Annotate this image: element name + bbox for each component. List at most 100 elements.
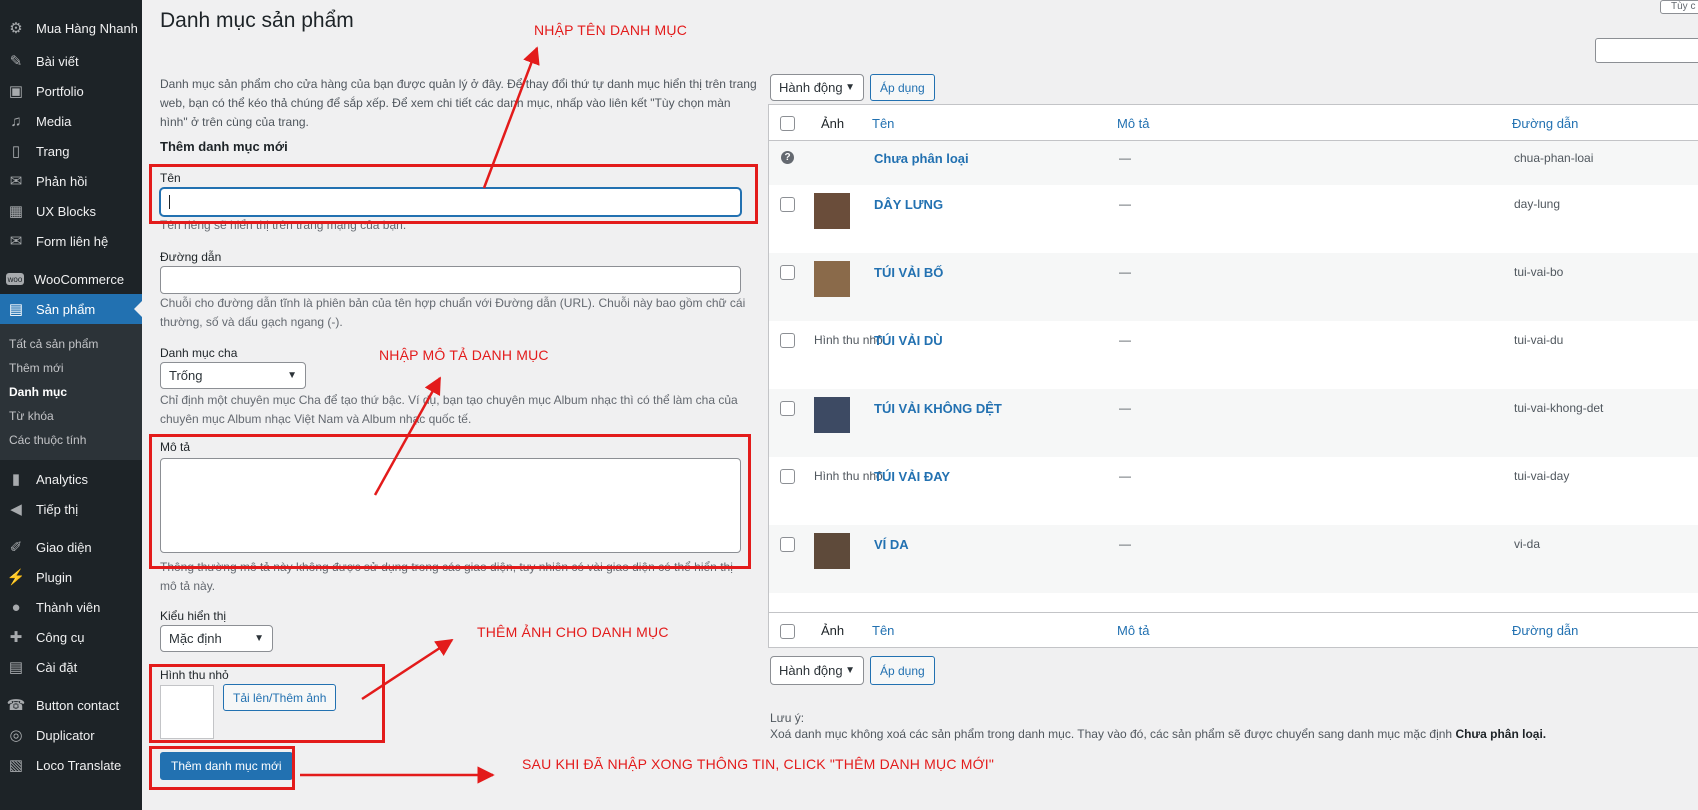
category-description: — bbox=[1119, 401, 1131, 415]
upload-image-button[interactable]: Tải lên/Thêm ảnh bbox=[223, 684, 337, 711]
slug-input[interactable] bbox=[160, 266, 741, 294]
table-row: Hình thu nhỏ TÚI VẢI ĐAY — tui-vai-day bbox=[769, 457, 1698, 525]
sidebar-item-duplicator[interactable]: ◎ Duplicator bbox=[0, 720, 142, 750]
table-row: TÚI VẢI BỐ — tui-vai-bo bbox=[769, 253, 1698, 321]
sidebar-item-label: Portfolio bbox=[36, 83, 84, 99]
table-header: Ảnh Tên Mô tả Đường dẫn bbox=[769, 105, 1698, 141]
bulk-action-select-top[interactable]: Hành động ▼ bbox=[770, 74, 864, 101]
add-category-button[interactable]: Thêm danh mục mới bbox=[160, 752, 293, 780]
bulk-action-select-bottom[interactable]: Hành động ▼ bbox=[770, 656, 864, 685]
column-description[interactable]: Mô tả bbox=[1117, 116, 1150, 131]
sidebar-item-label: Form liên hệ bbox=[36, 233, 109, 249]
annotation-image-text: THÊM ẢNH CHO DANH MỤC bbox=[477, 624, 669, 640]
media-icon: ♫ bbox=[10, 112, 22, 130]
sidebar-item-label: Phản hồi bbox=[36, 173, 88, 189]
submenu-attributes[interactable]: Các thuộc tính bbox=[0, 428, 142, 452]
description-textarea[interactable] bbox=[160, 458, 741, 553]
submenu-all-products[interactable]: Tất cả sản phẩm bbox=[0, 332, 142, 356]
sidebar-item-media[interactable]: ♫ Media bbox=[0, 106, 142, 136]
row-checkbox[interactable] bbox=[780, 197, 795, 212]
category-name-link[interactable]: DÂY LƯNG bbox=[874, 197, 943, 212]
gear-icon: ⚙ bbox=[9, 20, 23, 37]
megaphone-icon: ◀ bbox=[10, 501, 22, 518]
chevron-down-icon: ▼ bbox=[254, 633, 264, 644]
archive-icon: ▤ bbox=[8, 301, 24, 318]
category-name-link[interactable]: TÚI VẢI BỐ bbox=[874, 265, 943, 280]
page-title: Danh mục sản phẩm bbox=[160, 9, 354, 32]
sidebar-item-woocommerce[interactable]: woo WooCommerce bbox=[0, 264, 142, 294]
sidebar-item-label: Công cụ bbox=[36, 629, 85, 645]
select-all-checkbox[interactable] bbox=[780, 116, 795, 131]
name-label: Tên bbox=[160, 171, 181, 185]
sidebar-item-label: Plugin bbox=[36, 569, 73, 585]
sidebar-item-công-cụ[interactable]: ✚ Công cụ bbox=[0, 622, 142, 652]
submenu-tags[interactable]: Từ khóa bbox=[0, 404, 142, 428]
category-name-link[interactable]: Chưa phân loại bbox=[874, 151, 969, 166]
sidebar-item-plugin[interactable]: ⚡ Plugin bbox=[0, 562, 142, 592]
column-description-footer[interactable]: Mô tả bbox=[1117, 623, 1150, 638]
sidebar-item-label: Bài viết bbox=[36, 53, 79, 69]
select-all-checkbox-footer[interactable] bbox=[780, 624, 795, 639]
submenu-add-new[interactable]: Thêm mới bbox=[0, 356, 142, 380]
category-slug: tui-vai-du bbox=[1514, 333, 1564, 347]
sidebar-item-tiếp-thị[interactable]: ◀ Tiếp thị bbox=[0, 494, 142, 524]
submenu-categories[interactable]: Danh mục bbox=[0, 380, 142, 404]
site-name[interactable]: ⚙ Mua Hàng Nhanh bbox=[0, 12, 142, 44]
display-type-label: Kiểu hiển thị bbox=[160, 609, 227, 623]
sidebar-item-label: UX Blocks bbox=[36, 203, 96, 219]
column-image-footer: Ảnh bbox=[821, 623, 845, 638]
sidebar-item-phản-hồi[interactable]: ✉ Phản hồi bbox=[0, 166, 142, 196]
screen-options-button[interactable]: Tùy c bbox=[1660, 0, 1698, 14]
row-checkbox[interactable] bbox=[780, 537, 795, 552]
sidebar-item-ux-blocks[interactable]: ▦ UX Blocks bbox=[0, 196, 142, 226]
parent-label: Danh mục cha bbox=[160, 346, 238, 360]
column-slug-footer[interactable]: Đường dẫn bbox=[1512, 623, 1578, 638]
page-icon: ▯ bbox=[11, 143, 21, 160]
description-help: Thông thường mô tả này không được sử dụn… bbox=[160, 560, 733, 593]
name-input[interactable] bbox=[160, 188, 741, 216]
category-name-link[interactable]: TÚI VẢI DÙ bbox=[874, 333, 943, 348]
sidebar-item-analytics[interactable]: ▮ Analytics bbox=[0, 464, 142, 494]
search-categories-input[interactable] bbox=[1595, 38, 1698, 63]
sidebar-item-giao-diện[interactable]: ✐ Giao diện bbox=[0, 532, 142, 562]
admin-sidebar: ⚙ Mua Hàng Nhanh ✎ Bài viết ▣ Portfolio ♫ Med… bbox=[0, 0, 142, 810]
categories-table: Ảnh Tên Mô tả Đường dẫn ? Chưa phân loại —… bbox=[768, 104, 1698, 648]
table-footer: Ảnh Tên Mô tả Đường dẫn bbox=[769, 612, 1698, 648]
parent-select[interactable]: Trống ▼ bbox=[160, 362, 306, 389]
sidebar-item-bài-viết[interactable]: ✎ Bài viết bbox=[0, 46, 142, 76]
category-name-link[interactable]: TÚI VẢI ĐAY bbox=[874, 469, 950, 484]
category-thumbnail bbox=[814, 193, 850, 229]
row-checkbox[interactable] bbox=[780, 469, 795, 484]
column-slug[interactable]: Đường dẫn bbox=[1512, 116, 1578, 131]
sidebar-item-portfolio[interactable]: ▣ Portfolio bbox=[0, 76, 142, 106]
sidebar-item-cài-đặt[interactable]: ▤ Cài đặt bbox=[0, 652, 142, 682]
name-description: Tên riêng sẽ hiển thị trên trang mạng củ… bbox=[160, 218, 407, 232]
category-name-link[interactable]: TÚI VẢI KHÔNG DỆT bbox=[874, 401, 1002, 416]
sidebar-item-thành-viên[interactable]: ● Thành viên bbox=[0, 592, 142, 622]
apply-button-top[interactable]: Áp dụng bbox=[870, 74, 935, 101]
woocommerce-icon: woo bbox=[6, 273, 24, 285]
sidebar-item-button-contact[interactable]: ☎ Button contact bbox=[0, 690, 142, 720]
table-row: TÚI VẢI KHÔNG DỆT — tui-vai-khong-det bbox=[769, 389, 1698, 457]
column-name-footer[interactable]: Tên bbox=[872, 623, 894, 638]
sidebar-item-form-liên-hệ[interactable]: ✉ Form liên hệ bbox=[0, 226, 142, 256]
display-type-select[interactable]: Mặc định ▼ bbox=[160, 625, 273, 652]
row-checkbox[interactable] bbox=[780, 333, 795, 348]
sidebar-item-loco-translate[interactable]: ▧ Loco Translate bbox=[0, 750, 142, 780]
table-row: ? Chưa phân loại — chua-phan-loai bbox=[769, 141, 1698, 185]
sidebar-item-label: Cài đặt bbox=[36, 659, 78, 675]
column-name[interactable]: Tên bbox=[872, 116, 894, 131]
phone-icon: ☎ bbox=[6, 697, 26, 714]
products-submenu: Tất cả sản phẩm Thêm mới Danh mục Từ khó… bbox=[0, 324, 142, 460]
row-checkbox[interactable] bbox=[780, 265, 795, 280]
thumbnail-placeholder bbox=[160, 685, 214, 739]
category-name-link[interactable]: VÍ DA bbox=[874, 537, 909, 552]
thumbnail-label: Hình thu nhỏ bbox=[160, 668, 229, 682]
category-slug: tui-vai-khong-det bbox=[1514, 401, 1604, 415]
sidebar-item-trang[interactable]: ▯ Trang bbox=[0, 136, 142, 166]
sidebar-item-products[interactable]: ▤ Sản phẩm bbox=[0, 294, 142, 324]
apply-button-bottom[interactable]: Áp dụng bbox=[870, 656, 935, 685]
category-thumbnail bbox=[814, 261, 850, 297]
slug-description: Chuỗi cho đường dẫn tĩnh là phiên bản củ… bbox=[160, 296, 746, 329]
row-checkbox[interactable] bbox=[780, 401, 795, 416]
